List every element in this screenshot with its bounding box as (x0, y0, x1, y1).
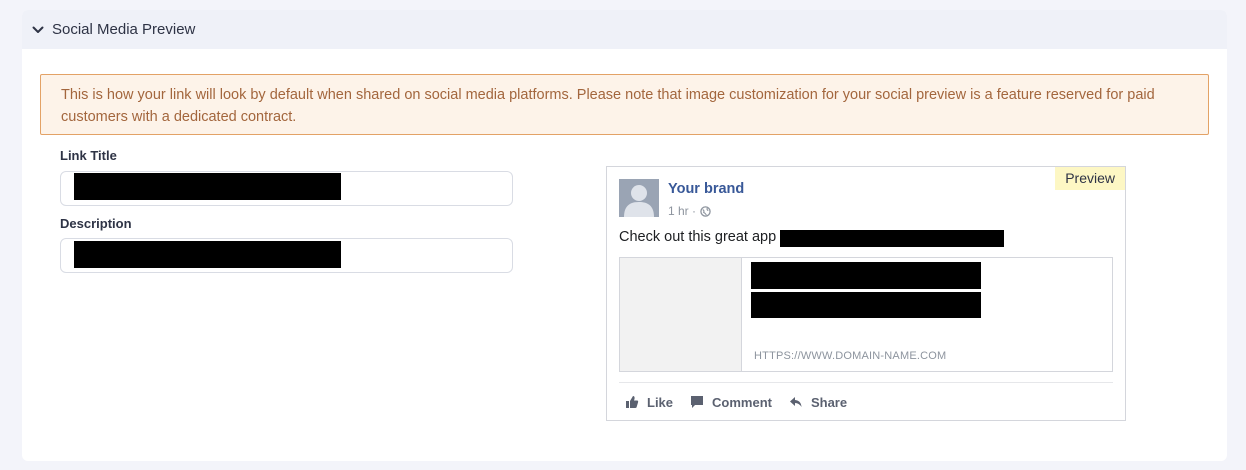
share-label: Share (810, 394, 848, 410)
comment-icon (691, 396, 704, 408)
post-meta: 1 hr · (668, 204, 711, 218)
actions-divider (619, 382, 1113, 383)
social-preview-card: Preview Your brand 1 hr · Check out this… (606, 166, 1126, 421)
link-title-label: Link Title (60, 148, 117, 163)
redacted-description (74, 241, 341, 268)
brand-name[interactable]: Your brand (668, 181, 744, 197)
chevron-down-icon (32, 26, 44, 33)
comment-button[interactable]: Comment (690, 395, 772, 410)
person-silhouette-icon (619, 179, 659, 217)
preview-badge: Preview (1055, 167, 1125, 190)
social-media-preview-panel: Social Media Preview This is how your li… (22, 10, 1227, 461)
redacted-link-title (74, 173, 341, 200)
link-thumbnail (620, 258, 742, 371)
like-button[interactable]: Like (625, 395, 673, 410)
share-arrow-icon (789, 397, 802, 407)
panel-title: Social Media Preview (52, 21, 196, 38)
thumbs-up-icon (626, 396, 639, 408)
post-actions: Like Comment Share (625, 393, 864, 411)
redacted-post-link (780, 230, 1004, 247)
link-preview[interactable]: HTTPS://WWW.DOMAIN-NAME.COM (619, 257, 1113, 372)
globe-icon (700, 205, 711, 217)
redacted-link-headline (751, 262, 981, 289)
share-button[interactable]: Share (789, 395, 847, 410)
panel-header-toggle[interactable]: Social Media Preview (22, 10, 1227, 49)
info-notice: This is how your link will look by defau… (40, 74, 1209, 135)
link-url: HTTPS://WWW.DOMAIN-NAME.COM (754, 350, 947, 362)
post-time: 1 hr · (668, 204, 697, 218)
comment-label: Comment (712, 394, 772, 410)
description-label: Description (60, 216, 132, 231)
post-text: Check out this great app (619, 229, 777, 245)
like-label: Like (647, 394, 674, 410)
redacted-link-description (751, 292, 981, 318)
